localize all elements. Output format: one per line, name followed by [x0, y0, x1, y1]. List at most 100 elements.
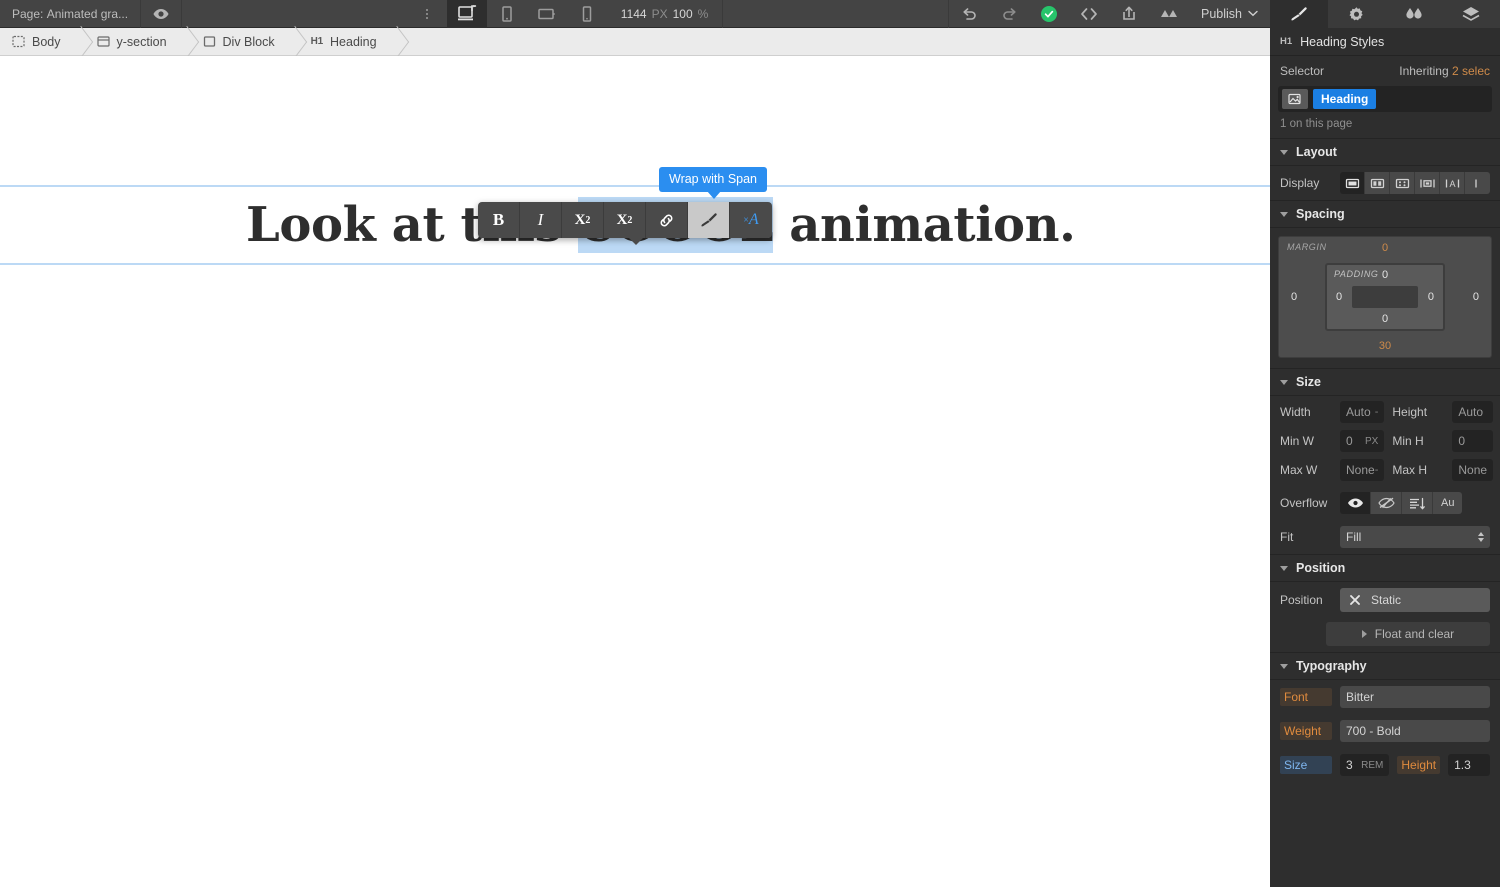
- webflow-logo-icon[interactable]: [1149, 0, 1189, 28]
- publish-button[interactable]: Publish: [1189, 0, 1270, 28]
- kebab-menu-icon[interactable]: [407, 0, 447, 28]
- margin-right-value[interactable]: 0: [1473, 291, 1479, 303]
- min-width-label: Min W: [1280, 434, 1314, 448]
- display-none-button[interactable]: [1465, 172, 1490, 194]
- selector-image-icon[interactable]: [1282, 89, 1308, 109]
- overflow-hidden-button[interactable]: [1371, 492, 1402, 514]
- width-label: Width: [1280, 405, 1311, 419]
- overflow-scroll-button[interactable]: [1402, 492, 1433, 514]
- viewport-width-unit: PX: [651, 6, 668, 21]
- page-selector[interactable]: Page: Animated gra...: [0, 0, 140, 28]
- display-inline-button[interactable]: A: [1440, 172, 1466, 194]
- min-height-value: 0: [1458, 434, 1466, 448]
- fit-select[interactable]: Fill: [1340, 526, 1490, 548]
- selector-row: Selector Inheriting 2 selec: [1270, 56, 1500, 80]
- breakpoint-desktop-button[interactable]: [446, 0, 487, 28]
- font-size-value: 3: [1346, 758, 1353, 772]
- style-panel: H1 Heading Styles Selector Inheriting 2 …: [1270, 0, 1500, 887]
- height-input[interactable]: Auto: [1452, 401, 1494, 423]
- display-flex-button[interactable]: [1365, 172, 1391, 194]
- overflow-auto-button[interactable]: Au: [1433, 492, 1463, 514]
- breadcrumb-item-div-block[interactable]: Div Block: [191, 28, 285, 55]
- display-block-button[interactable]: [1340, 172, 1366, 194]
- zoom-unit: %: [697, 6, 709, 21]
- page-prefix-label: Page:: [12, 6, 44, 21]
- weight-select[interactable]: 700 - Bold: [1340, 720, 1490, 742]
- section-spacing-header[interactable]: Spacing: [1270, 200, 1500, 228]
- overflow-label: Overflow: [1280, 496, 1328, 510]
- selector-tag[interactable]: Heading: [1313, 89, 1377, 109]
- position-value: Static: [1371, 593, 1402, 607]
- chevron-down-icon: [1248, 10, 1258, 17]
- superscript-button[interactable]: X2: [562, 202, 604, 238]
- settings-tab[interactable]: [1327, 0, 1385, 28]
- margin-left-value[interactable]: 0: [1291, 291, 1297, 303]
- preview-eye-icon[interactable]: [141, 0, 181, 28]
- margin-top-value[interactable]: 0: [1382, 242, 1388, 254]
- stepper-icon[interactable]: [1478, 532, 1484, 542]
- chevron-down-icon: [1280, 211, 1288, 217]
- section-typography-header[interactable]: Typography: [1270, 652, 1500, 680]
- selector-field[interactable]: Heading: [1278, 86, 1492, 112]
- padding-bottom-value[interactable]: 0: [1382, 313, 1388, 325]
- clear-formatting-button[interactable]: × A: [730, 202, 772, 238]
- breakpoint-mobile-landscape-button[interactable]: [527, 0, 567, 28]
- section-layout-header[interactable]: Layout: [1270, 138, 1500, 166]
- min-height-input[interactable]: 0: [1452, 430, 1494, 452]
- float-and-clear-toggle[interactable]: Float and clear: [1326, 622, 1490, 646]
- display-inline-block-button[interactable]: [1415, 172, 1441, 194]
- min-width-unit: PX: [1365, 435, 1379, 447]
- h1-tag-icon: H1: [1280, 36, 1293, 47]
- line-height-input[interactable]: 1.3: [1448, 754, 1490, 776]
- font-row: Font Bitter: [1270, 680, 1500, 714]
- position-label: Position: [1280, 593, 1323, 607]
- breadcrumb-item-body[interactable]: Body: [0, 28, 71, 55]
- unit-dash: -: [1374, 464, 1379, 476]
- font-size-input[interactable]: 3 REM: [1340, 754, 1390, 776]
- viewport-size-indicator[interactable]: 1144 PX 100 %: [607, 0, 723, 28]
- font-select[interactable]: Bitter: [1340, 686, 1490, 708]
- section-size-header[interactable]: Size: [1270, 368, 1500, 396]
- subscript-button[interactable]: X2: [604, 202, 646, 238]
- breakpoint-mobile-portrait-button[interactable]: [567, 0, 607, 28]
- panel-title-label: Heading Styles: [1300, 34, 1385, 49]
- breadcrumb-separator: [285, 28, 299, 55]
- wrap-with-span-button[interactable]: [688, 202, 730, 238]
- max-width-input[interactable]: None -: [1340, 459, 1385, 481]
- link-icon[interactable]: [646, 202, 688, 238]
- max-height-input[interactable]: None: [1452, 459, 1494, 481]
- undo-icon[interactable]: [949, 0, 989, 28]
- inheriting-info[interactable]: Inheriting 2 selec: [1399, 64, 1490, 78]
- redo-icon[interactable]: [989, 0, 1029, 28]
- breadcrumb-item-y-section[interactable]: y-section: [85, 28, 177, 55]
- padding-left-value[interactable]: 0: [1336, 291, 1342, 303]
- position-select[interactable]: Static: [1340, 588, 1490, 612]
- content-box: [1352, 286, 1418, 308]
- svg-text:A: A: [1449, 179, 1455, 189]
- bold-button[interactable]: B: [478, 202, 520, 238]
- x-icon[interactable]: [1349, 594, 1361, 606]
- width-input[interactable]: Auto -: [1340, 401, 1385, 423]
- display-grid-button[interactable]: [1390, 172, 1416, 194]
- section-icon: [96, 35, 110, 48]
- design-canvas[interactable]: Look at this COOOL animation. B I X2 X2 …: [0, 56, 1270, 887]
- padding-top-value[interactable]: 0: [1382, 269, 1388, 281]
- style-tab[interactable]: [1270, 0, 1328, 28]
- margin-bottom-value[interactable]: 30: [1379, 340, 1391, 352]
- assets-tab[interactable]: [1442, 0, 1500, 28]
- viewport-width-value: 1144: [620, 6, 647, 21]
- export-icon[interactable]: [1109, 0, 1149, 28]
- overflow-visible-button[interactable]: [1340, 492, 1371, 514]
- italic-button[interactable]: I: [520, 202, 562, 238]
- min-width-input[interactable]: 0 PX: [1340, 430, 1385, 452]
- section-position-header[interactable]: Position: [1270, 554, 1500, 582]
- max-height-label: Max H: [1392, 463, 1428, 477]
- interactions-tab[interactable]: [1385, 0, 1443, 28]
- padding-right-value[interactable]: 0: [1428, 291, 1434, 303]
- breadcrumb-item-heading[interactable]: H1 Heading: [299, 28, 387, 55]
- position-row: Position Static: [1270, 582, 1500, 618]
- webflow-designer: Page: Animated gra... 1144 PX 100 % Publ…: [0, 0, 1500, 887]
- toolbar-gap-right: [723, 0, 948, 28]
- code-brackets-icon[interactable]: [1069, 0, 1109, 28]
- breakpoint-tablet-button[interactable]: [487, 0, 527, 28]
